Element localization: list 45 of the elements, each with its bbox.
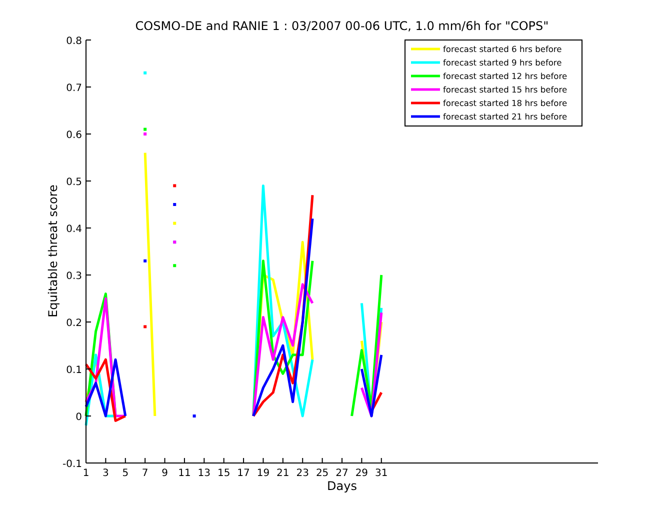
point — [173, 184, 176, 188]
x-tick-label: 25 — [316, 468, 329, 479]
y-tick-label: 0.5 — [66, 177, 82, 188]
x-tick-label: 9 — [162, 468, 168, 479]
legend-label: forecast started 12 hrs before — [443, 71, 568, 81]
legend-label: forecast started 18 hrs before — [443, 98, 568, 108]
x-tick-label: 7 — [142, 468, 148, 479]
x-tick-label: 29 — [355, 468, 368, 479]
y-tick-label: 0.8 — [66, 36, 82, 47]
x-tick-label: 31 — [375, 468, 388, 479]
legend-label: forecast started 15 hrs before — [443, 84, 568, 94]
point — [173, 264, 176, 268]
point — [144, 132, 147, 136]
x-tick-label: 11 — [178, 468, 191, 479]
x-tick-label: 5 — [122, 468, 129, 479]
x-tick-label: 1 — [82, 468, 90, 479]
y-tick-label: 0.2 — [66, 318, 82, 329]
point — [144, 71, 147, 74]
point — [144, 325, 147, 328]
x-tick-label: 27 — [336, 468, 348, 479]
x-tick-label: 3 — [102, 468, 109, 479]
y-axis-label: Equitable threat score — [46, 184, 60, 318]
y-tick-label: 0 — [76, 412, 82, 423]
x-tick-label: 21 — [276, 468, 290, 479]
x-tick-label: 17 — [237, 468, 250, 479]
y-tick-label: -0.1 — [62, 459, 82, 470]
y-tick-label: 0.6 — [66, 130, 82, 141]
point — [173, 203, 176, 206]
point — [192, 414, 196, 418]
x-tick-label: 23 — [296, 468, 309, 479]
y-tick-label: 0.7 — [66, 83, 82, 94]
x-tick-label: 19 — [256, 468, 270, 479]
point — [173, 222, 176, 225]
x-tick-label: 15 — [217, 468, 230, 479]
point — [144, 128, 147, 131]
point — [144, 259, 147, 262]
legend-label: forecast started 9 hrs before — [443, 58, 562, 68]
y-tick-label: 0.1 — [66, 365, 82, 376]
x-tick-label: 13 — [198, 468, 211, 479]
y-tick-label: 0.3 — [66, 271, 82, 282]
legend-label: forecast started 6 hrs before — [443, 44, 562, 54]
x-axis-label: Days — [327, 479, 357, 493]
legend-label: forecast started 21 hrs before — [443, 112, 568, 122]
y-tick-label: 0.4 — [66, 224, 82, 235]
chart-title: COSMO-DE and RANIE 1 : 03/2007 00-06 UTC, 1.0 mm/6h for "COPS" — [135, 19, 549, 33]
